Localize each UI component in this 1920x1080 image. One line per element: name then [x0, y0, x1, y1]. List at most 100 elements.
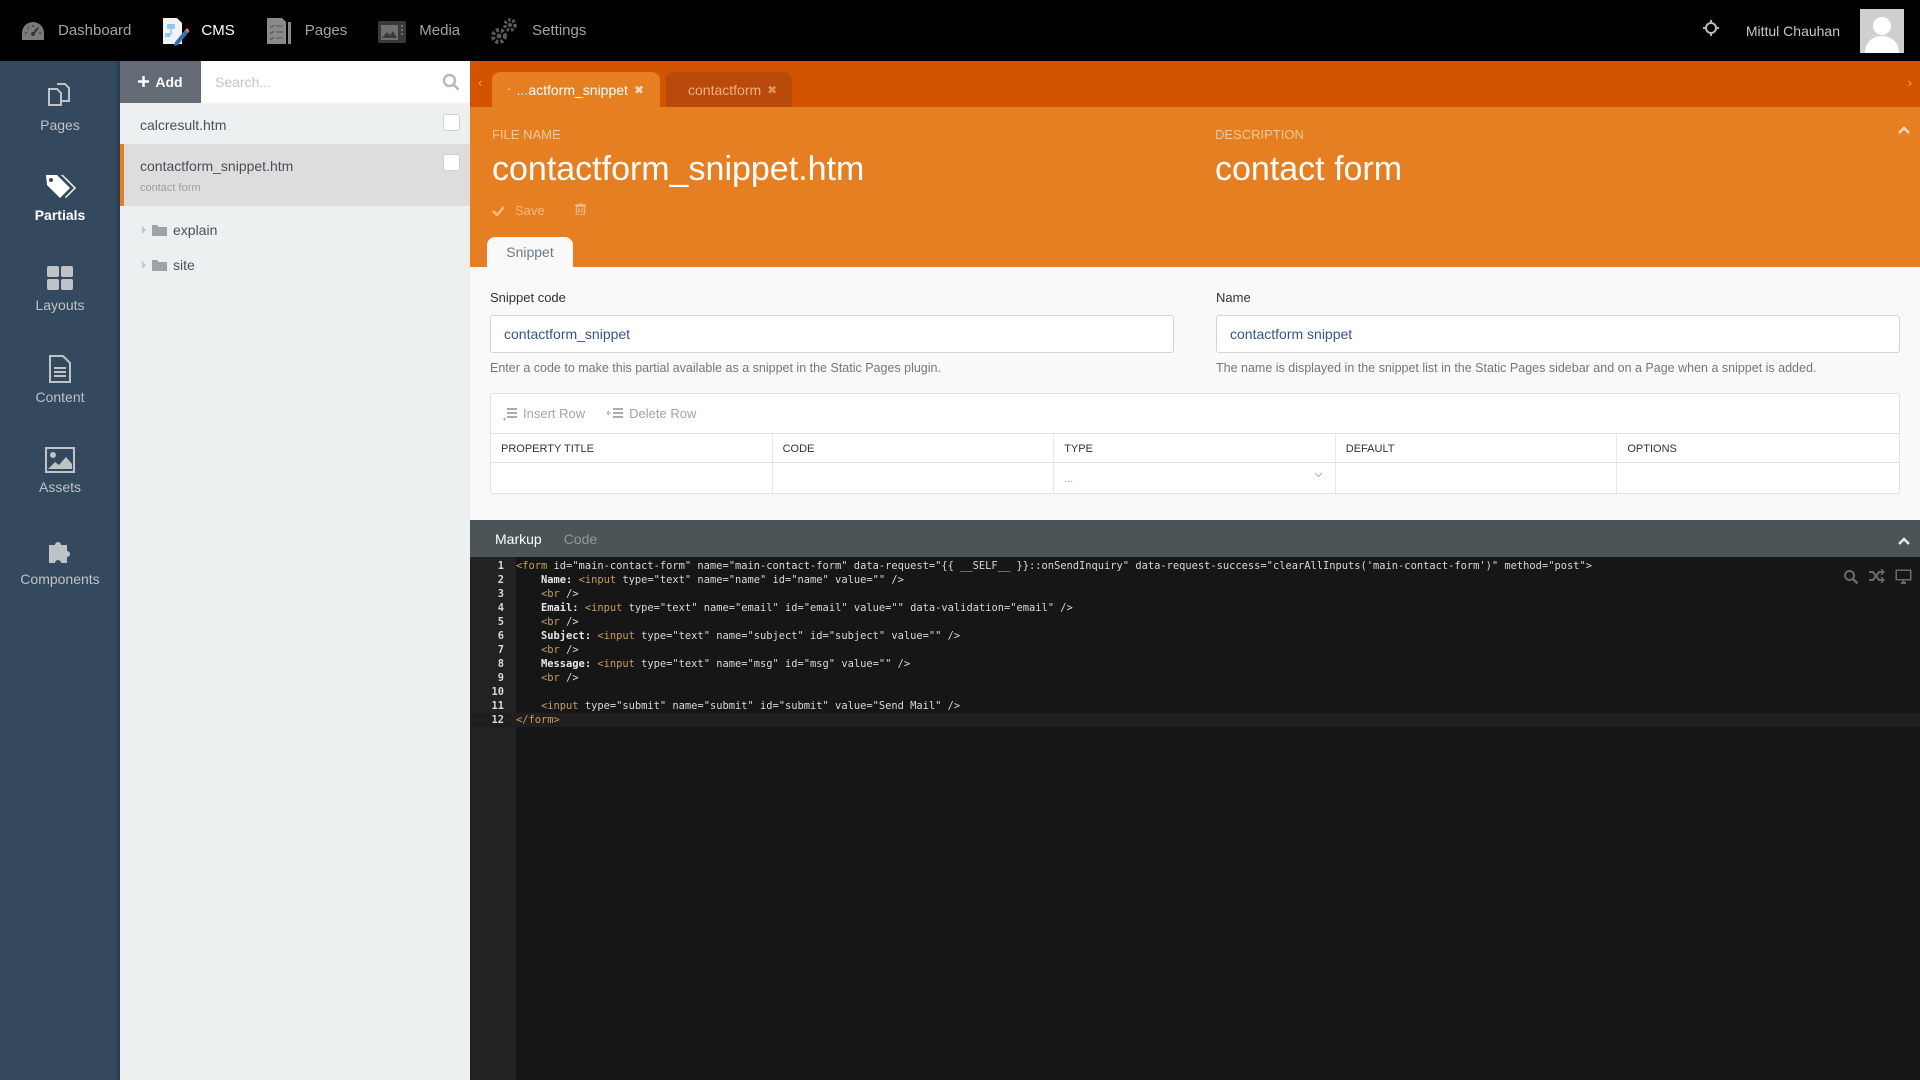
- line-text[interactable]: Subject: <input type="text" name="subjec…: [504, 629, 960, 643]
- content-document-icon: [49, 354, 71, 383]
- code-line[interactable]: 8 Message: <input type="text" name="msg"…: [470, 657, 1920, 671]
- sidebar-item-partials[interactable]: Partials: [0, 152, 120, 243]
- code-line[interactable]: 4 Email: <input type="text" name="email"…: [470, 601, 1920, 615]
- tab-markup[interactable]: Markup: [495, 531, 542, 547]
- line-text[interactable]: [504, 685, 516, 699]
- file-item-contactform-snippet[interactable]: contactform_snippet.htm contact form: [120, 144, 470, 206]
- line-text[interactable]: <form id="main-contact-form" name="main-…: [504, 559, 1592, 573]
- location-crosshair-icon[interactable]: [1702, 19, 1720, 42]
- folder-item-site[interactable]: site: [120, 247, 470, 282]
- sidebar-item-label: Layouts: [35, 296, 85, 313]
- sidebar-item-label: Partials: [34, 206, 86, 223]
- line-text[interactable]: <br />: [504, 615, 579, 629]
- nav-settings[interactable]: Settings: [490, 16, 586, 46]
- main-menu: Dashboard CMS Pages Media Settings: [0, 0, 616, 61]
- code-line[interactable]: 7 <br />: [470, 643, 1920, 657]
- code-line[interactable]: 10: [470, 685, 1920, 699]
- snippet-code-input[interactable]: [490, 315, 1174, 353]
- sidebar-item-label: Components: [20, 570, 100, 587]
- code-line[interactable]: 1 <form id="main-contact-form" name="main…: [470, 559, 1920, 573]
- delete-row-button[interactable]: Delete Row: [607, 406, 696, 421]
- save-button[interactable]: Save: [492, 203, 545, 218]
- user-name[interactable]: Mittul Chauhan: [1746, 23, 1840, 39]
- line-number: 8: [497, 658, 504, 670]
- snippet-form: Snippet code Enter a code to make this p…: [470, 267, 1920, 520]
- line-text[interactable]: <br />: [504, 587, 579, 601]
- add-button[interactable]: Add: [120, 61, 201, 103]
- expand-arrow-icon[interactable]: [142, 225, 146, 234]
- sidebar-item-label: Content: [35, 388, 85, 405]
- line-number: 4: [497, 602, 504, 614]
- default-cell[interactable]: [1336, 463, 1618, 493]
- description-label: DESCRIPTION: [1215, 127, 1304, 142]
- tab-snippet[interactable]: Snippet: [487, 237, 573, 267]
- tab-contactform[interactable]: contactform ✖: [666, 72, 792, 107]
- avatar[interactable]: [1860, 8, 1904, 53]
- line-text[interactable]: <input type="submit" name="submit" id="s…: [504, 699, 960, 713]
- nav-media[interactable]: Media: [377, 18, 460, 44]
- line-text[interactable]: <br />: [504, 671, 579, 685]
- line-text[interactable]: </form>: [504, 713, 560, 727]
- delete-trash-icon[interactable]: [574, 202, 586, 218]
- folder-name: site: [173, 256, 195, 273]
- fullscreen-monitor-icon[interactable]: [1895, 569, 1912, 590]
- code-line[interactable]: 12 </form>: [470, 713, 1920, 727]
- code-cell[interactable]: [773, 463, 1055, 493]
- sidebar-item-content[interactable]: Content: [0, 334, 120, 425]
- nav-dashboard[interactable]: Dashboard: [20, 19, 131, 43]
- search-icon[interactable]: [442, 73, 460, 96]
- header-actions: Save: [492, 202, 586, 218]
- nav-pages-label: Pages: [304, 22, 348, 39]
- folder-icon: [152, 224, 167, 236]
- tags-icon: [46, 174, 76, 198]
- file-select-checkbox[interactable]: [443, 114, 460, 131]
- collapse-editor-chevron-up-icon[interactable]: [1898, 532, 1910, 550]
- line-text[interactable]: Message: <input type="text" name="msg" i…: [504, 657, 910, 671]
- search-icon[interactable]: [1843, 569, 1859, 590]
- shuffle-replace-icon[interactable]: [1869, 568, 1886, 590]
- line-text[interactable]: Name: <input type="text" name="name" id=…: [504, 573, 904, 587]
- checkmark-icon: [492, 205, 505, 216]
- sidebar-item-pages[interactable]: Pages: [0, 61, 120, 152]
- sidebar-item-layouts[interactable]: Layouts: [0, 243, 120, 334]
- file-name-value[interactable]: contactform_snippet.htm: [492, 150, 864, 189]
- nav-pages[interactable]: Pages: [265, 16, 348, 46]
- file-select-checkbox[interactable]: [443, 154, 460, 171]
- snippet-code-label: Snippet code: [490, 290, 566, 305]
- code-line[interactable]: 2 Name: <input type="text" name="name" i…: [470, 573, 1920, 587]
- line-text[interactable]: Email: <input type="text" name="email" i…: [504, 601, 1073, 615]
- code-line[interactable]: 3 <br />: [470, 587, 1920, 601]
- tabs-scroll-left-icon[interactable]: ‹: [478, 75, 482, 90]
- expand-arrow-icon[interactable]: [142, 260, 146, 269]
- partial-header: FILE NAME contactform_snippet.htm DESCRI…: [470, 107, 1920, 267]
- column-header-options: OPTIONS: [1627, 443, 1677, 455]
- tab-contactform-snippet[interactable]: ...actform_snippet ✖: [492, 72, 660, 107]
- code-line[interactable]: 5 <br />: [470, 615, 1920, 629]
- code-line[interactable]: 11 <input type="submit" name="submit" id…: [470, 699, 1920, 713]
- sidebar-item-components[interactable]: Components: [0, 516, 120, 607]
- file-item-calcresult[interactable]: calcresult.htm: [120, 103, 470, 144]
- type-select-cell[interactable]: ...: [1054, 463, 1336, 493]
- nav-cms[interactable]: CMS: [161, 16, 235, 46]
- property-title-cell[interactable]: [491, 463, 773, 493]
- tab-code[interactable]: Code: [564, 531, 597, 547]
- close-tab-icon[interactable]: ✖: [634, 83, 644, 97]
- collapse-header-chevron-up-icon[interactable]: [1898, 121, 1910, 139]
- name-help: The name is displayed in the snippet lis…: [1216, 361, 1817, 375]
- code-editor[interactable]: 1 <form id="main-contact-form" name="main…: [470, 557, 1920, 1080]
- code-content[interactable]: 1 <form id="main-contact-form" name="main…: [470, 559, 1920, 727]
- description-value[interactable]: contact form: [1215, 150, 1402, 189]
- code-line[interactable]: 9 <br />: [470, 671, 1920, 685]
- folder-item-explain[interactable]: explain: [120, 212, 470, 247]
- close-tab-icon[interactable]: ✖: [767, 83, 777, 97]
- table-row: ...: [491, 463, 1899, 493]
- code-line[interactable]: 6 Subject: <input type="text" name="subj…: [470, 629, 1920, 643]
- sidebar-item-assets[interactable]: Assets: [0, 425, 120, 516]
- delete-row-label: Delete Row: [629, 406, 697, 421]
- tabs-scroll-right-icon[interactable]: ›: [1908, 75, 1912, 90]
- options-cell[interactable]: [1617, 463, 1899, 493]
- line-text[interactable]: <br />: [504, 643, 579, 657]
- insert-row-button[interactable]: Insert Row: [503, 406, 585, 421]
- search-input[interactable]: [201, 61, 470, 103]
- name-input[interactable]: [1216, 315, 1900, 353]
